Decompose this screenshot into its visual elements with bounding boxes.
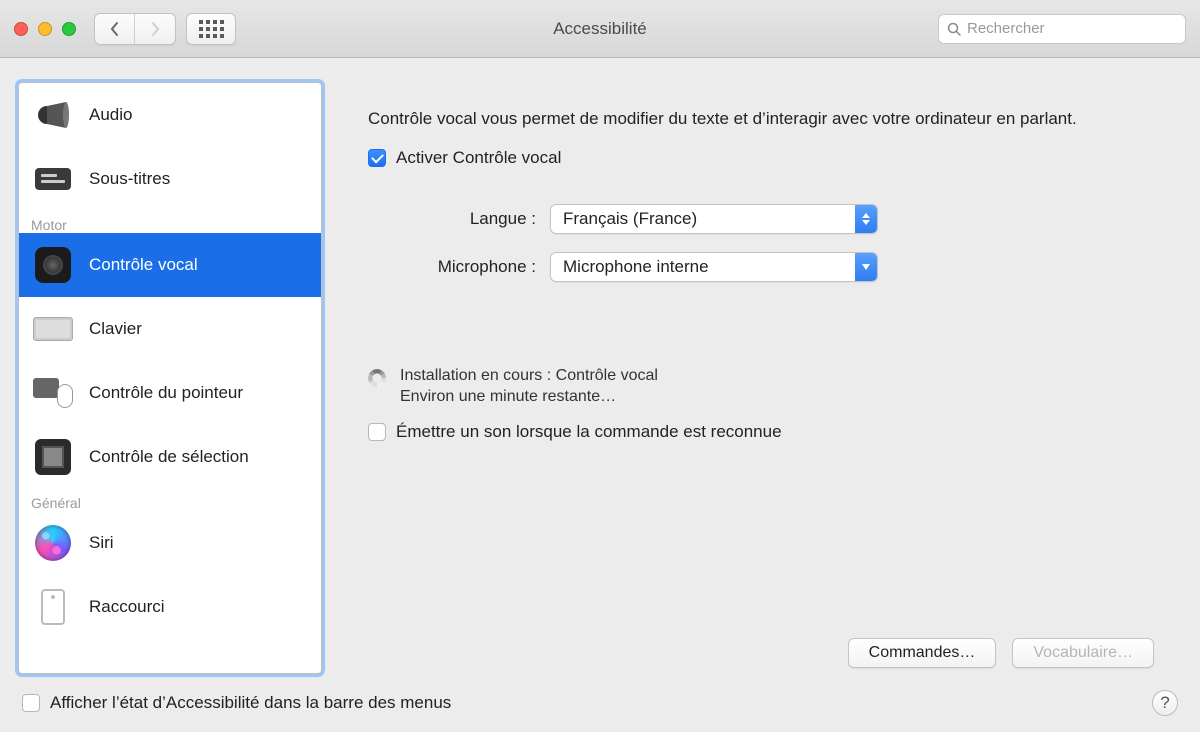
status-line-2: Environ une minute restante…	[400, 387, 658, 408]
forward-button[interactable]	[135, 14, 175, 44]
search-input[interactable]	[967, 20, 1177, 37]
sidebar-item-label: Contrôle du pointeur	[89, 383, 243, 403]
sidebar-item-shortcut[interactable]: Raccourci	[19, 575, 321, 639]
minimize-window-button[interactable]	[38, 22, 52, 36]
zoom-window-button[interactable]	[62, 22, 76, 36]
sidebar-item-label: Siri	[89, 533, 114, 553]
sidebar-item-label: Audio	[89, 105, 132, 125]
show-all-button[interactable]	[186, 13, 236, 45]
speaker-icon	[36, 101, 70, 129]
chevron-right-icon	[150, 21, 161, 37]
search-field[interactable]	[938, 14, 1186, 44]
titlebar: Accessibilité	[0, 0, 1200, 58]
enable-voice-control-row: Activer Contrôle vocal	[368, 148, 1154, 168]
sidebar-item-pointer-control[interactable]: Contrôle du pointeur	[19, 361, 321, 425]
microphone-select[interactable]: Microphone interne	[550, 252, 878, 282]
shortcut-icon	[41, 589, 65, 625]
vocabulary-button[interactable]: Vocabulaire…	[1012, 638, 1154, 668]
spinner-icon	[368, 369, 386, 387]
help-button[interactable]: ?	[1152, 690, 1178, 716]
sidebar-item-audio[interactable]: Audio	[19, 83, 321, 147]
show-status-menubar-checkbox[interactable]	[22, 694, 40, 712]
siri-icon	[35, 525, 71, 561]
search-icon	[947, 22, 961, 36]
updown-stepper-icon	[855, 205, 877, 233]
sidebar-item-siri[interactable]: Siri	[19, 511, 321, 575]
language-label: Langue :	[368, 209, 536, 229]
show-status-menubar-label: Afficher l’état d’Accessibilité dans la …	[50, 693, 451, 713]
sidebar-item-label: Sous-titres	[89, 169, 170, 189]
enable-voice-control-checkbox[interactable]	[368, 149, 386, 167]
sidebar-group-general: Général	[19, 489, 321, 511]
nav-segment	[94, 13, 176, 45]
chevron-down-icon	[855, 253, 877, 281]
language-select[interactable]: Français (France)	[550, 204, 878, 234]
close-window-button[interactable]	[14, 22, 28, 36]
sidebar-item-subtitles[interactable]: Sous-titres	[19, 147, 321, 211]
footer: Afficher l’état d’Accessibilité dans la …	[0, 674, 1200, 732]
back-button[interactable]	[95, 14, 135, 44]
description-text: Contrôle vocal vous permet de modifier d…	[368, 108, 1154, 130]
play-sound-label: Émettre un son lorsque la commande est r…	[396, 422, 782, 442]
status-line-1: Installation en cours : Contrôle vocal	[400, 366, 658, 387]
play-sound-checkbox[interactable]	[368, 423, 386, 441]
play-sound-row: Émettre un son lorsque la commande est r…	[368, 422, 1154, 442]
voice-control-icon	[35, 247, 71, 283]
chevron-left-icon	[109, 21, 120, 37]
keyboard-icon	[33, 317, 73, 341]
subtitles-icon	[35, 168, 71, 190]
sidebar: Audio Sous-titres Motor Contrôle vocal C…	[18, 82, 322, 674]
grid-icon	[199, 20, 224, 38]
language-value: Français (France)	[563, 209, 697, 229]
switch-control-icon	[35, 439, 71, 475]
microphone-value: Microphone interne	[563, 257, 709, 277]
install-status: Installation en cours : Contrôle vocal E…	[368, 366, 1154, 408]
sidebar-group-motor: Motor	[19, 211, 321, 233]
sidebar-item-voice-control[interactable]: Contrôle vocal	[19, 233, 321, 297]
enable-voice-control-label: Activer Contrôle vocal	[396, 148, 561, 168]
pointer-icon	[33, 378, 73, 408]
sidebar-item-keyboard[interactable]: Clavier	[19, 297, 321, 361]
microphone-label: Microphone :	[368, 257, 536, 277]
sidebar-item-label: Contrôle de sélection	[89, 447, 249, 467]
commands-button[interactable]: Commandes…	[848, 638, 997, 668]
sidebar-item-label: Contrôle vocal	[89, 255, 198, 275]
sidebar-item-label: Raccourci	[89, 597, 165, 617]
sidebar-item-label: Clavier	[89, 319, 142, 339]
main-panel: Contrôle vocal vous permet de modifier d…	[340, 82, 1182, 674]
sidebar-item-switch-control[interactable]: Contrôle de sélection	[19, 425, 321, 489]
window-controls	[14, 22, 76, 36]
